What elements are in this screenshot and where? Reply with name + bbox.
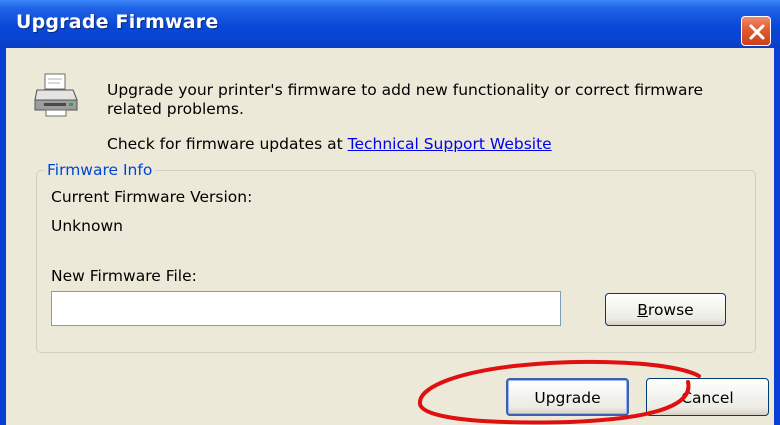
printer-icon — [34, 73, 78, 117]
new-firmware-file-input[interactable] — [51, 291, 561, 326]
check-updates-text: Check for firmware updates at Technical … — [107, 135, 552, 153]
cancel-label: Cancel — [681, 389, 734, 407]
close-icon — [749, 24, 765, 40]
title-bar[interactable]: Upgrade Firmware — [0, 0, 780, 48]
dialog-body: Upgrade your printer's firmware to add n… — [6, 48, 774, 425]
new-firmware-file-label: New Firmware File: — [51, 267, 197, 285]
technical-support-link[interactable]: Technical Support Website — [348, 135, 552, 153]
browse-label: rowse — [647, 301, 694, 319]
firmware-info-legend: Firmware Info — [44, 161, 156, 179]
upgrade-button[interactable]: Upgrade — [506, 378, 629, 416]
browse-button[interactable]: Browse — [605, 293, 726, 326]
browse-mnemonic: B — [637, 301, 648, 319]
upgrade-firmware-dialog: Upgrade Firmware Upgrade your printer's … — [0, 0, 780, 425]
current-firmware-version-value: Unknown — [51, 217, 123, 235]
check-updates-label: Check for firmware updates at — [107, 135, 348, 153]
dialog-title: Upgrade Firmware — [16, 11, 219, 33]
cancel-button[interactable]: Cancel — [646, 378, 769, 416]
close-button[interactable] — [741, 16, 771, 46]
firmware-description: Upgrade your printer's firmware to add n… — [107, 81, 704, 118]
current-firmware-version-label: Current Firmware Version: — [51, 188, 253, 206]
upgrade-label: Upgrade — [534, 389, 601, 407]
